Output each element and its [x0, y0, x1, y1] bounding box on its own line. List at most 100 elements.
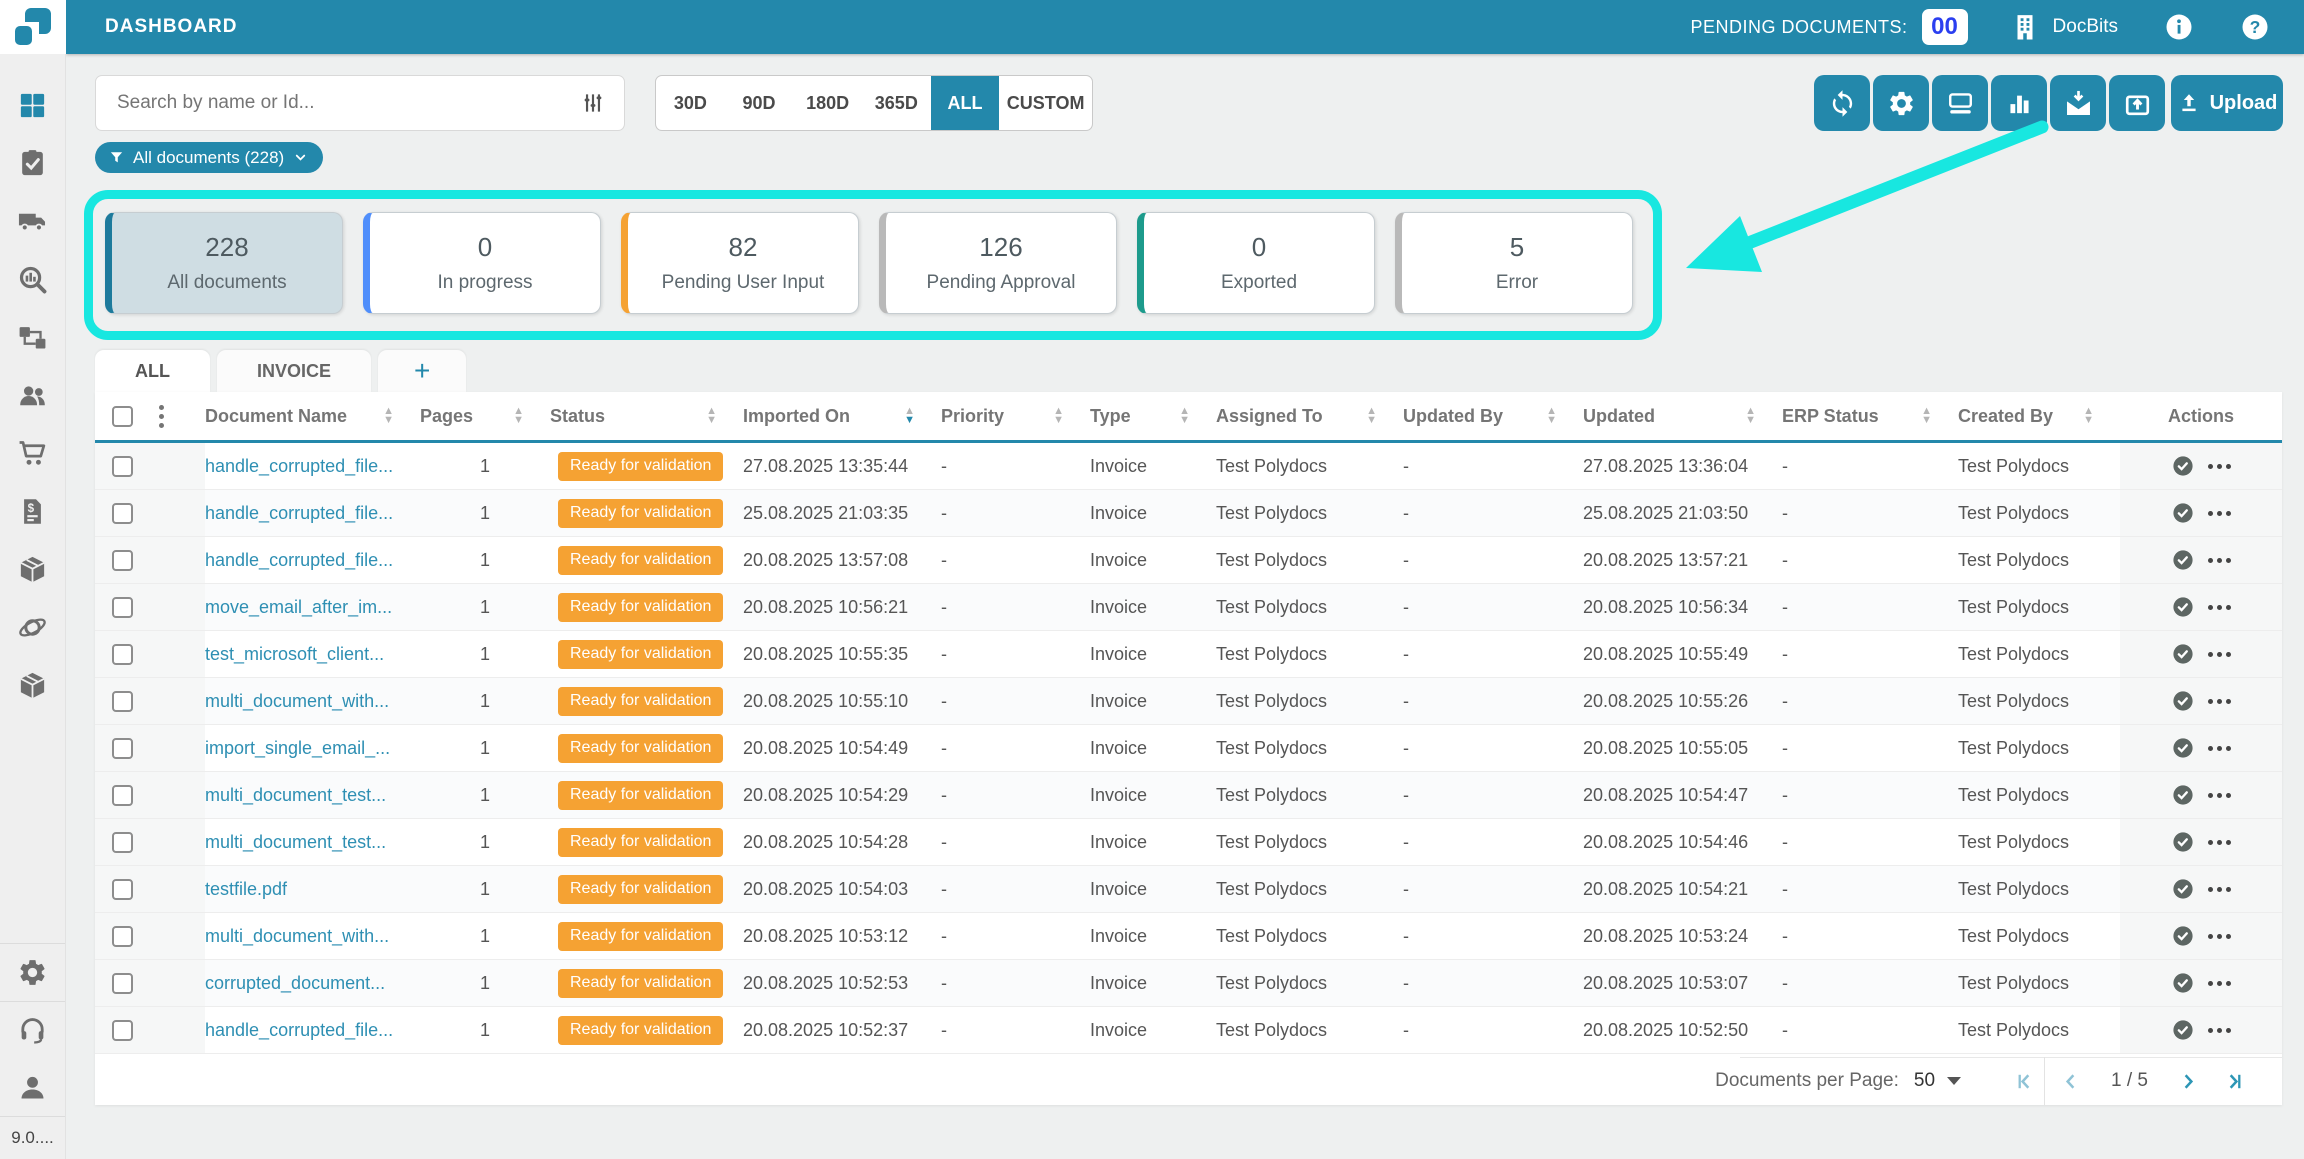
refresh-button[interactable] [1814, 75, 1870, 131]
row-checkbox[interactable] [112, 691, 133, 712]
document-name-link[interactable]: handle_corrupted_file... [205, 456, 393, 477]
document-name-link[interactable]: handle_corrupted_file... [205, 503, 393, 524]
status-card-all-documents[interactable]: 228 All documents [105, 212, 343, 314]
help-icon[interactable]: ? [2240, 12, 2270, 42]
column-header-document-name[interactable]: Document Name ▲▼ [205, 392, 420, 440]
column-header-status[interactable]: Status ▲▼ [550, 392, 743, 440]
search-input[interactable] [96, 91, 580, 115]
row-more-actions-icon[interactable] [2208, 558, 2231, 563]
document-name-link[interactable]: multi_document_with... [205, 926, 389, 947]
validate-action-icon[interactable] [2171, 454, 2195, 478]
add-tab-button[interactable]: + [378, 350, 466, 392]
validate-action-icon[interactable] [2171, 971, 2195, 995]
time-filter-custom[interactable]: CUSTOM [999, 76, 1092, 130]
sidebar-item-settings[interactable] [17, 957, 48, 988]
validate-action-icon[interactable] [2171, 783, 2195, 807]
validate-action-icon[interactable] [2171, 642, 2195, 666]
sort-icon[interactable]: ▲▼ [1921, 407, 1958, 425]
active-filter-pill[interactable]: All documents (228) [95, 142, 323, 173]
sort-icon[interactable]: ▲▼ [513, 407, 550, 425]
sidebar-item-users[interactable] [17, 380, 48, 411]
row-checkbox[interactable] [112, 973, 133, 994]
first-page-icon[interactable] [2013, 1070, 2036, 1093]
column-header-imported-on[interactable]: Imported On ▲▼ [743, 392, 941, 440]
time-filter-30d[interactable]: 30D [656, 76, 725, 130]
row-checkbox[interactable] [112, 1020, 133, 1041]
document-name-link[interactable]: handle_corrupted_file... [205, 550, 393, 571]
sort-icon[interactable]: ▲▼ [1053, 407, 1090, 425]
select-all-checkbox[interactable] [112, 406, 133, 427]
row-more-actions-icon[interactable] [2208, 511, 2231, 516]
sidebar-item-support[interactable] [17, 1015, 48, 1046]
column-header-pages[interactable]: Pages ▲▼ [420, 392, 550, 440]
validate-action-icon[interactable] [2171, 548, 2195, 572]
validate-action-icon[interactable] [2171, 736, 2195, 760]
sidebar-item-shipping[interactable] [17, 206, 48, 237]
sort-icon[interactable]: ▲▼ [904, 407, 941, 425]
row-checkbox[interactable] [112, 597, 133, 618]
document-name-link[interactable]: move_email_after_im... [205, 597, 392, 618]
row-more-actions-icon[interactable] [2208, 699, 2231, 704]
sidebar-item-tasks[interactable] [17, 148, 48, 179]
sort-icon[interactable]: ▲▼ [706, 407, 743, 425]
row-more-actions-icon[interactable] [2208, 934, 2231, 939]
document-name-link[interactable]: test_microsoft_client... [205, 644, 384, 665]
stats-button[interactable] [1991, 75, 2047, 131]
document-name-link[interactable]: multi_document_with... [205, 691, 389, 712]
row-checkbox[interactable] [112, 785, 133, 806]
mail-import-button[interactable] [2050, 75, 2106, 131]
sidebar-item-dashboard[interactable] [17, 90, 48, 121]
column-header-priority[interactable]: Priority ▲▼ [941, 392, 1090, 440]
sidebar-item-integrations[interactable] [17, 612, 48, 643]
status-card-in-progress[interactable]: 0 In progress [363, 212, 601, 314]
validate-action-icon[interactable] [2171, 595, 2195, 619]
sort-icon[interactable]: ▲▼ [1745, 407, 1782, 425]
row-checkbox[interactable] [112, 926, 133, 947]
column-header-actions[interactable]: Actions [2120, 392, 2282, 440]
row-checkbox[interactable] [112, 644, 133, 665]
row-more-actions-icon[interactable] [2208, 793, 2231, 798]
document-name-link[interactable]: multi_document_test... [205, 832, 386, 853]
row-more-actions-icon[interactable] [2208, 981, 2231, 986]
settings-button[interactable] [1873, 75, 1929, 131]
tab-invoice[interactable]: INVOICE [217, 350, 371, 392]
row-more-actions-icon[interactable] [2208, 605, 2231, 610]
validate-action-icon[interactable] [2171, 877, 2195, 901]
column-header-updated-by[interactable]: Updated By ▲▼ [1403, 392, 1583, 440]
row-more-actions-icon[interactable] [2208, 652, 2231, 657]
upload-button[interactable]: Upload [2171, 75, 2283, 131]
document-name-link[interactable]: handle_corrupted_file... [205, 1020, 393, 1041]
sidebar-item-inventory[interactable] [17, 670, 48, 701]
column-header-type[interactable]: Type ▲▼ [1090, 392, 1216, 440]
sort-icon[interactable]: ▲▼ [1366, 407, 1403, 425]
sidebar-item-invoices[interactable]: $ [17, 496, 48, 527]
row-more-actions-icon[interactable] [2208, 746, 2231, 751]
sort-icon[interactable]: ▲▼ [1179, 407, 1216, 425]
row-checkbox[interactable] [112, 503, 133, 524]
status-card-pending-user-input[interactable]: 82 Pending User Input [621, 212, 859, 314]
tab-all[interactable]: ALL [95, 350, 210, 392]
app-logo[interactable] [0, 0, 66, 54]
row-more-actions-icon[interactable] [2208, 464, 2231, 469]
status-card-exported[interactable]: 0 Exported [1137, 212, 1375, 314]
row-more-actions-icon[interactable] [2208, 840, 2231, 845]
validate-action-icon[interactable] [2171, 689, 2195, 713]
sort-icon[interactable]: ▲▼ [2083, 407, 2120, 425]
row-checkbox[interactable] [112, 738, 133, 759]
row-checkbox[interactable] [112, 832, 133, 853]
scan-button[interactable] [1932, 75, 1988, 131]
validate-action-icon[interactable] [2171, 924, 2195, 948]
document-name-link[interactable]: testfile.pdf [205, 879, 287, 900]
last-page-icon[interactable] [2223, 1070, 2246, 1093]
previous-page-icon[interactable] [2059, 1070, 2082, 1093]
document-name-link[interactable]: multi_document_test... [205, 785, 386, 806]
sidebar-item-workflow[interactable] [17, 322, 48, 353]
validate-action-icon[interactable] [2171, 830, 2195, 854]
sort-icon[interactable]: ▲▼ [1546, 407, 1583, 425]
row-more-actions-icon[interactable] [2208, 887, 2231, 892]
validate-action-icon[interactable] [2171, 1018, 2195, 1042]
next-page-icon[interactable] [2177, 1070, 2200, 1093]
sidebar-item-purchasing[interactable] [17, 438, 48, 469]
time-filter-365d[interactable]: 365D [862, 76, 931, 130]
time-filter-180d[interactable]: 180D [793, 76, 862, 130]
